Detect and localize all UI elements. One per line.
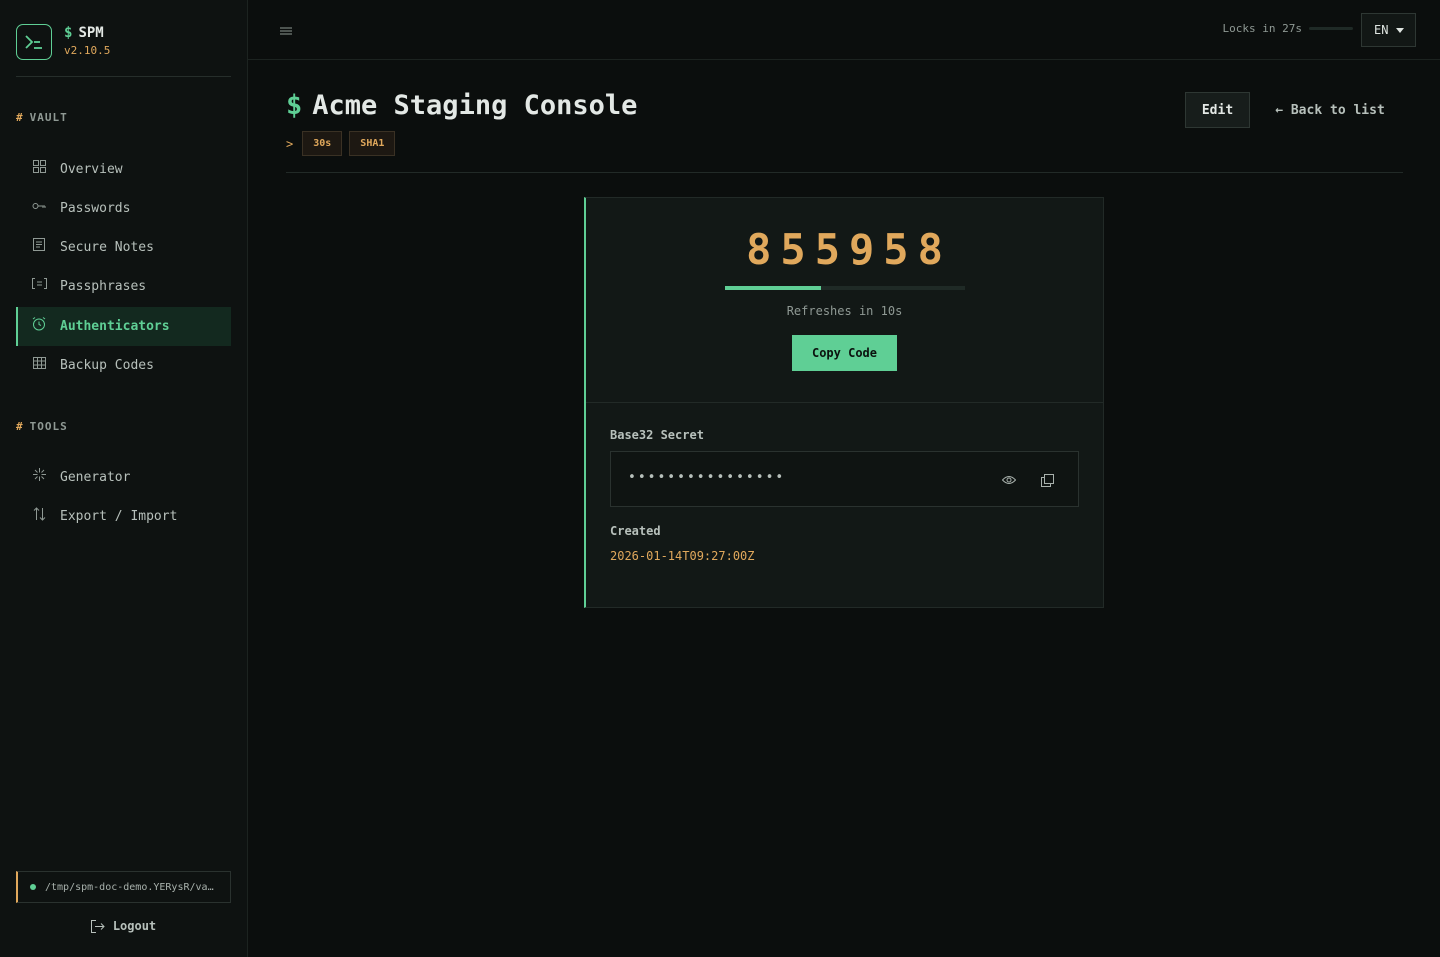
sidebar-item-passwords[interactable]: Passwords: [16, 189, 231, 228]
created-timestamp: 2026-01-14T09:27:00Z: [610, 549, 755, 563]
sidebar: $ SPM v2.10.5 # VAULT Overview Passwords S…: [0, 0, 248, 957]
hamburger-icon: [280, 27, 292, 35]
back-to-list-link[interactable]: ← Back to list: [1266, 92, 1394, 128]
copy-code-button[interactable]: Copy Code: [792, 335, 897, 371]
otp-progress-fill: [725, 286, 821, 290]
brand[interactable]: $ SPM v2.10.5: [16, 24, 110, 60]
copy-secret-button[interactable]: [1037, 470, 1057, 490]
sidebar-item-authenticators[interactable]: Authenticators: [16, 307, 231, 346]
sidebar-item-overview[interactable]: Overview: [16, 150, 231, 189]
page-title: $ Acme Staging Console: [286, 90, 638, 121]
algorithm-badge: SHA1: [349, 131, 396, 156]
sidebar-item-label: Passwords: [60, 201, 131, 216]
secret-masked-value: ••••••••••••••••: [628, 470, 786, 485]
period-badge: 30s: [302, 131, 343, 156]
note-icon: [31, 237, 47, 253]
eye-icon: [1002, 476, 1016, 484]
clock-icon: [31, 316, 47, 332]
grid-icon: [31, 159, 47, 175]
prompt-glyph: >: [286, 136, 294, 151]
vault-path-text: /tmp/spm-doc-demo.YERysR/vault.db: [45, 881, 217, 893]
sidebar-item-generator[interactable]: Generator: [16, 458, 231, 497]
title-divider: [286, 172, 1403, 173]
status-dot: [30, 884, 36, 890]
brand-divider: [16, 76, 231, 77]
top-bar: Locks in 27s EN: [248, 0, 1440, 60]
sidebar-item-label: Export / Import: [60, 509, 178, 524]
sidebar-item-export-import[interactable]: Export / Import: [16, 497, 231, 536]
sidebar-item-label: Authenticators: [60, 319, 170, 334]
terminal-logo-icon: [16, 24, 52, 60]
menu-toggle-button[interactable]: [280, 22, 294, 36]
auto-lock-progress: [1309, 27, 1353, 30]
sidebar-item-label: Passphrases: [60, 279, 147, 294]
refresh-countdown: Refreshes in 10s: [786, 304, 903, 318]
sidebar-item-label: Secure Notes: [60, 240, 154, 255]
logout-button[interactable]: Logout: [16, 914, 231, 938]
vault-path-indicator: /tmp/spm-doc-demo.YERysR/vault.db: [16, 871, 231, 903]
section-title-vault: # VAULT: [16, 111, 68, 124]
brand-version: v2.10.5: [64, 44, 111, 57]
key-icon: [31, 198, 47, 214]
section-title-tools: # TOOLS: [16, 420, 68, 433]
sidebar-item-label: Overview: [60, 162, 123, 177]
sidebar-item-backup-codes[interactable]: Backup Codes: [16, 346, 231, 385]
brand-name: $ SPM: [64, 25, 104, 41]
caret-down-icon: [1396, 28, 1404, 33]
arrows-up-down-icon: [31, 506, 47, 522]
table-icon: [31, 355, 47, 371]
reveal-secret-button[interactable]: [999, 470, 1019, 490]
bracket-equals-icon: [31, 276, 47, 292]
sidebar-item-passphrases[interactable]: Passphrases: [16, 267, 231, 306]
sidebar-item-label: Generator: [60, 470, 131, 485]
sparkle-icon: [31, 467, 47, 483]
logout-label: Logout: [112, 919, 157, 933]
card-divider: [586, 402, 1103, 403]
copy-icon: [1040, 473, 1054, 487]
otp-code: 855958: [746, 225, 952, 274]
edit-button[interactable]: Edit: [1185, 92, 1250, 128]
otp-progress-bar: [725, 286, 965, 290]
entry-meta: > 30s SHA1: [286, 131, 402, 156]
sidebar-item-label: Backup Codes: [60, 358, 154, 373]
language-value: EN: [1374, 23, 1389, 37]
created-label: Created: [610, 524, 661, 538]
otp-card: 855958 Refreshes in 10s Copy Code Base32…: [584, 197, 1104, 608]
auto-lock-timer: Locks in 27s: [1222, 22, 1302, 35]
secret-label: Base32 Secret: [610, 428, 704, 442]
logout-icon: [90, 919, 105, 933]
sidebar-item-secure-notes[interactable]: Secure Notes: [16, 228, 231, 267]
secret-field[interactable]: ••••••••••••••••: [610, 451, 1079, 507]
language-select[interactable]: EN: [1361, 13, 1416, 47]
